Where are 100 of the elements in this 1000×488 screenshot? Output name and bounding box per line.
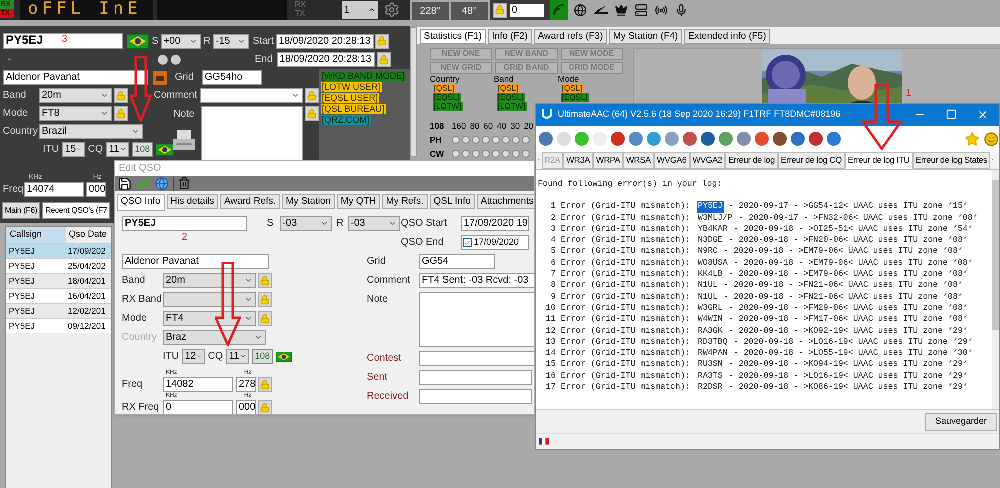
freq-field[interactable]: 14082 xyxy=(163,377,233,392)
toolbar-icon[interactable] xyxy=(701,132,715,146)
signal-icon[interactable] xyxy=(553,4,565,16)
itu-select[interactable]: 15 xyxy=(62,142,86,157)
country-select[interactable]: Brazil xyxy=(39,124,143,139)
column-header[interactable]: Qso Date xyxy=(66,227,111,243)
tab[interactable]: WVGA6 xyxy=(654,152,690,169)
star-icon[interactable] xyxy=(965,132,980,146)
tab[interactable]: Recent QSO's (F7 xyxy=(42,202,110,219)
scroll-right-icon[interactable] xyxy=(990,156,996,165)
callsign[interactable]: N9RC xyxy=(697,246,719,258)
status-tag[interactable]: [QSL BUREAU] xyxy=(321,104,386,114)
callsign[interactable]: N3DGE xyxy=(697,235,724,246)
printer-icon[interactable] xyxy=(172,130,195,150)
s-select[interactable]: -03 xyxy=(280,216,332,231)
tab[interactable]: Erreur de log xyxy=(725,152,778,169)
dropdown-icon[interactable] xyxy=(320,219,329,228)
country-select[interactable]: Braz xyxy=(163,330,266,345)
tab[interactable]: Erreur de log CQ xyxy=(778,152,846,169)
r-select[interactable]: -03 xyxy=(348,216,400,231)
tab[interactable]: My Refs. xyxy=(382,194,428,209)
smiley-icon[interactable] xyxy=(984,132,999,146)
column-header[interactable]: Callsign xyxy=(6,227,66,243)
toolbar-icon[interactable] xyxy=(539,132,553,146)
callsign[interactable]: RA3TS xyxy=(697,370,724,382)
globe-icon[interactable] xyxy=(574,4,587,16)
callsign[interactable]: WO8USA xyxy=(697,258,729,270)
tab[interactable]: WRPA xyxy=(593,152,624,169)
sent-field[interactable] xyxy=(419,370,532,385)
status-tag[interactable]: [EQSL USER] xyxy=(321,93,380,103)
cq-select[interactable]: 11 xyxy=(106,142,130,157)
callsign[interactable]: PY5EJ xyxy=(697,201,724,213)
toolbar-icon[interactable] xyxy=(827,132,841,146)
maximize-icon[interactable] xyxy=(946,109,957,120)
toolbar-icon[interactable] xyxy=(791,132,805,146)
freq-hz-field[interactable]: 278 xyxy=(236,377,256,392)
spinner-icon[interactable] xyxy=(368,6,376,14)
callsign[interactable]: RA3GK xyxy=(697,326,724,337)
cq-select[interactable]: 11 xyxy=(226,349,250,364)
lock-icon[interactable] xyxy=(376,52,391,67)
tab[interactable]: My QTH xyxy=(336,194,380,209)
note-area[interactable] xyxy=(200,106,303,161)
mode-select[interactable]: FT8 xyxy=(39,106,112,121)
dropdown-icon[interactable] xyxy=(388,219,397,228)
rx-band-select[interactable] xyxy=(163,292,256,307)
delete-icon[interactable] xyxy=(178,177,191,190)
s-select[interactable]: +00 xyxy=(160,34,201,48)
scroll-left-icon[interactable] xyxy=(536,156,542,165)
dropdown-icon[interactable] xyxy=(244,295,253,304)
toolbar-icon[interactable] xyxy=(629,132,643,146)
tab[interactable]: His details xyxy=(166,194,218,209)
dropdown-icon[interactable] xyxy=(244,314,253,323)
callsign[interactable]: YB4KAR xyxy=(697,224,729,236)
tab[interactable]: Erreur de log ITU xyxy=(845,152,913,169)
toolbar-icon[interactable] xyxy=(647,132,661,146)
r-select[interactable]: -15 xyxy=(212,34,249,48)
note-area[interactable] xyxy=(419,292,534,347)
toolbar-icon[interactable] xyxy=(773,132,787,146)
callsign[interactable]: R2DSR xyxy=(697,382,724,394)
table-row[interactable]: PY5EJ 12/02/201 xyxy=(6,303,111,318)
contest-field[interactable] xyxy=(419,351,534,366)
mode-select[interactable]: FT4 xyxy=(163,311,256,326)
grid-field[interactable]: GG54ho xyxy=(202,70,262,85)
callsign[interactable]: W3MLJ/P xyxy=(697,212,734,224)
tab[interactable]: WRSA xyxy=(623,152,654,169)
scrollbar[interactable] xyxy=(410,27,417,157)
scrollbar-thumb[interactable] xyxy=(992,180,999,330)
tab[interactable]: Main (F6) xyxy=(2,202,40,219)
callsign[interactable]: RD3TBQ xyxy=(697,336,729,348)
lock-icon[interactable] xyxy=(375,34,390,48)
settings-icon[interactable] xyxy=(384,2,400,18)
close-icon[interactable] xyxy=(977,109,989,121)
freq-field[interactable]: 14074 xyxy=(24,182,84,197)
tab[interactable]: My Station xyxy=(282,194,335,209)
rx-freq-field[interactable]: 0 xyxy=(163,400,233,414)
callsign[interactable]: RU3SN xyxy=(697,359,724,371)
tab[interactable]: WR3A xyxy=(563,152,594,169)
crown-icon[interactable] xyxy=(615,4,628,16)
scrollbar[interactable] xyxy=(992,170,999,409)
qsl-card-icon[interactable] xyxy=(153,70,167,84)
end-field[interactable]: 18/09/2020 20:28:13 xyxy=(276,52,375,67)
microphone-icon[interactable] xyxy=(675,4,688,16)
band-select[interactable]: 20m xyxy=(163,273,256,288)
table-row[interactable]: PY5EJ 25/04/202 xyxy=(6,258,111,273)
tab[interactable]: Award Refs. xyxy=(220,194,280,209)
name-field[interactable]: Aldenor Pavanat xyxy=(3,70,148,85)
toolbar-icon[interactable] xyxy=(755,132,769,146)
callsign[interactable]: N1UL xyxy=(697,292,719,303)
lock-icon[interactable] xyxy=(493,2,507,18)
tab[interactable]: QSL Info xyxy=(430,194,475,209)
save-button[interactable]: Sauvegarder xyxy=(925,412,997,430)
callsign-field[interactable]: PY5EJ xyxy=(122,216,247,231)
band-select[interactable]: 20m xyxy=(39,88,112,103)
freq-hz-field[interactable]: 000 xyxy=(86,182,106,197)
tab[interactable]: Award refs (F3) xyxy=(534,29,608,44)
received-field[interactable] xyxy=(419,389,532,404)
elevation-field[interactable]: 0 xyxy=(510,4,544,16)
spinner-field[interactable]: 1 xyxy=(342,1,378,19)
callsign[interactable]: W3GRL xyxy=(697,302,724,314)
name-field[interactable]: Aldenor Pavanat xyxy=(122,254,269,269)
